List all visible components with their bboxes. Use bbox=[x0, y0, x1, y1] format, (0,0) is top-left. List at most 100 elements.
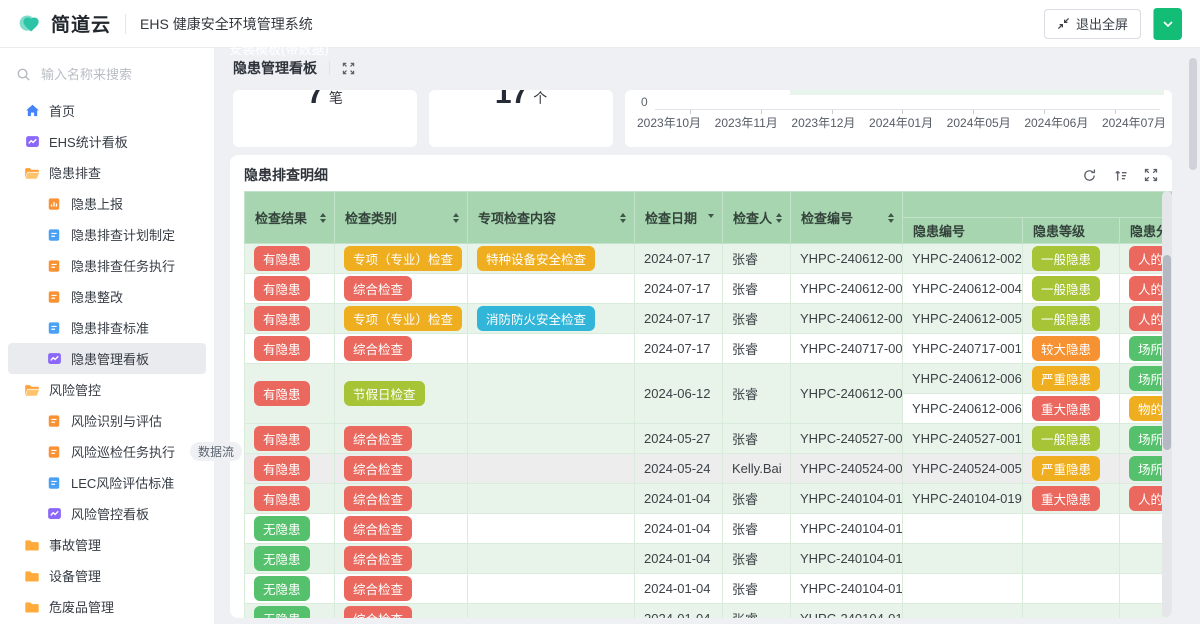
x-axis-line bbox=[655, 109, 1160, 110]
form-icon bbox=[46, 320, 62, 336]
cell-person: 张睿 bbox=[723, 604, 791, 619]
home-icon bbox=[24, 103, 40, 119]
table-row[interactable]: 有隐患 综合检查 2024-07-17 张睿 YHPC-240717-001 Y… bbox=[245, 334, 1173, 364]
cell-result: 无隐患 bbox=[245, 604, 335, 619]
sidebar-item-hazwaste[interactable]: 危废品管理 bbox=[8, 591, 206, 622]
sidebar-item-home[interactable]: 首页 bbox=[8, 95, 206, 126]
col-header-result[interactable]: 检查结果 bbox=[245, 192, 335, 244]
table-row[interactable]: 有隐患 综合检查 2024-05-27 张睿 YHPC-240527-001 Y… bbox=[245, 424, 1173, 454]
brand-logo[interactable]: 简道云 bbox=[18, 10, 111, 37]
table-scrollbar-track bbox=[1162, 191, 1172, 618]
stat-value: 17个 bbox=[429, 90, 613, 111]
divider bbox=[125, 14, 126, 34]
result-badge: 有隐患 bbox=[254, 246, 310, 271]
sidebar-item-lec-standard[interactable]: LEC风险评估标准 bbox=[8, 467, 206, 498]
app-root: 简道云 EHS 健康安全环境管理系统 退出全屏 安装模板(带数据) bbox=[0, 0, 1200, 624]
table-row[interactable]: 有隐患 综合检查 2024-05-24 Kelly.Bai YHPC-24052… bbox=[245, 454, 1173, 484]
table-row[interactable]: 有隐患 综合检查 2024-01-04 张睿 YHPC-240104-019 Y… bbox=[245, 484, 1173, 514]
sidebar-item-hazard-report[interactable]: 隐患上报 bbox=[8, 188, 206, 219]
sidebar-item-risk-board[interactable]: 风险管控看板 bbox=[8, 498, 206, 529]
col-header-type[interactable]: 检查类别 bbox=[335, 192, 468, 244]
type-badge: 节假日检查 bbox=[344, 381, 425, 406]
cell-hazard-id: YHPC-240612-006-02 bbox=[903, 394, 1023, 424]
cell-type: 综合检查 bbox=[335, 334, 468, 364]
table-scrollbar-thumb[interactable] bbox=[1163, 255, 1171, 450]
sidebar-item-inspection-task[interactable]: 隐患排查任务执行 bbox=[8, 250, 206, 281]
table-row[interactable]: 无隐患 综合检查 2024-01-04 张睿 YHPC-240104-015 bbox=[245, 604, 1173, 619]
sidebar-item-hazard-rectify[interactable]: 隐患整改 bbox=[8, 281, 206, 312]
stat-card-count-2: 17个 bbox=[429, 90, 613, 147]
sidebar-item-accident[interactable]: 事故管理 bbox=[8, 529, 206, 560]
cell-type: 综合检查 bbox=[335, 544, 468, 574]
install-template-split-button: 安装模板(带数据) bbox=[1153, 8, 1182, 40]
form-icon bbox=[46, 444, 62, 460]
sidebar-item-inspection-standard[interactable]: 隐患排查标准 bbox=[8, 312, 206, 343]
exit-fullscreen-button[interactable]: 退出全屏 bbox=[1044, 9, 1141, 39]
level-badge: 一般隐患 bbox=[1032, 306, 1100, 331]
refresh-icon[interactable] bbox=[1082, 168, 1097, 183]
sidebar-item-risk-control[interactable]: 风险管控 bbox=[8, 374, 206, 405]
sidebar-item-inspection-plan[interactable]: 隐患排查计划制定 bbox=[8, 219, 206, 250]
cell-type: 综合检查 bbox=[335, 574, 468, 604]
folder-icon bbox=[24, 599, 40, 615]
col-header-content[interactable]: 专项检查内容 bbox=[468, 192, 635, 244]
col-header-hazard-level[interactable]: 隐患等级 bbox=[1023, 218, 1120, 244]
cell-content bbox=[468, 484, 635, 514]
table-title: 隐患排查明细 bbox=[244, 165, 328, 185]
cell-result: 无隐患 bbox=[245, 574, 335, 604]
x-axis-labels: 2023年10月 2023年11月 2023年12月 2024年01月 2024… bbox=[637, 114, 1166, 131]
cell-type: 专项（专业）检查 bbox=[335, 244, 468, 274]
table-row[interactable]: 有隐患 综合检查 2024-07-17 张睿 YHPC-240612-004 Y… bbox=[245, 274, 1173, 304]
level-badge: 严重隐患 bbox=[1032, 456, 1100, 481]
cell-hazard-id: YHPC-240104-019-01 bbox=[903, 484, 1023, 514]
table-row[interactable]: 有隐患 专项（专业）检查 消防防火安全检查 2024-07-17 张睿 YHPC… bbox=[245, 304, 1173, 334]
table-row[interactable]: 无隐患 综合检查 2024-01-04 张睿 YHPC-240104-018 bbox=[245, 514, 1173, 544]
sidebar-nav: 首页 EHS统计看板 隐患排查 隐患上报 bbox=[0, 95, 214, 622]
cell-date: 2024-01-04 bbox=[635, 544, 723, 574]
level-badge: 一般隐患 bbox=[1032, 276, 1100, 301]
cell-type: 综合检查 bbox=[335, 604, 468, 619]
cell-person: 张睿 bbox=[723, 364, 791, 424]
sort-settings-icon[interactable] bbox=[1113, 168, 1128, 183]
table-row[interactable]: 有隐患 节假日检查 2024-06-12 张睿 YHPC-240612-006 … bbox=[245, 364, 1173, 394]
fullscreen-icon[interactable] bbox=[1144, 168, 1158, 182]
table-row[interactable]: 有隐患 专项（专业）检查 特种设备安全检查 2024-07-17 张睿 YHPC… bbox=[245, 244, 1173, 274]
cell-content bbox=[468, 424, 635, 454]
folder-open-icon bbox=[24, 165, 40, 181]
search-input[interactable] bbox=[39, 66, 193, 83]
result-badge: 有隐患 bbox=[254, 336, 310, 361]
col-header-date[interactable]: 检查日期 bbox=[635, 192, 723, 244]
cell-content: 消防防火安全检查 bbox=[468, 304, 635, 334]
cell-hazard-level: 较大隐患 bbox=[1023, 334, 1120, 364]
cell-result: 有隐患 bbox=[245, 304, 335, 334]
level-badge: 重大隐患 bbox=[1032, 486, 1100, 511]
sidebar-item-equipment[interactable]: 设备管理 bbox=[8, 560, 206, 591]
cell-result: 无隐患 bbox=[245, 544, 335, 574]
sidebar-item-hazard-inspection[interactable]: 隐患排查 bbox=[8, 157, 206, 188]
sidebar-item-ehs-dashboard[interactable]: EHS统计看板 bbox=[8, 126, 206, 157]
cell-date: 2024-07-17 bbox=[635, 244, 723, 274]
cell-content: 特种设备安全检查 bbox=[468, 244, 635, 274]
col-header-hazard-id[interactable]: 隐患编号 bbox=[903, 218, 1023, 244]
table-row[interactable]: 无隐患 综合检查 2024-01-04 张睿 YHPC-240104-016 bbox=[245, 574, 1173, 604]
result-badge: 有隐患 bbox=[254, 426, 310, 451]
install-template-dropdown[interactable] bbox=[1153, 8, 1182, 40]
cell-hazard-level bbox=[1023, 544, 1120, 574]
page-title: 隐患管理看板 bbox=[233, 58, 317, 78]
cell-result: 有隐患 bbox=[245, 454, 335, 484]
table-row[interactable]: 无隐患 综合检查 2024-01-04 张睿 YHPC-240104-017 bbox=[245, 544, 1173, 574]
cell-person: 张睿 bbox=[723, 334, 791, 364]
sidebar-item-hazard-board[interactable]: 隐患管理看板 bbox=[8, 343, 206, 374]
sort-icon bbox=[776, 210, 782, 226]
page-scrollbar-thumb[interactable] bbox=[1189, 58, 1197, 170]
col-header-code[interactable]: 检查编号 bbox=[791, 192, 903, 244]
col-header-person[interactable]: 检查人 bbox=[723, 192, 791, 244]
sidebar-item-risk-patrol[interactable]: 风险巡检任务执行 数据流 bbox=[8, 436, 206, 467]
cell-person: 张睿 bbox=[723, 244, 791, 274]
result-badge: 无隐患 bbox=[254, 606, 310, 618]
cell-type: 综合检查 bbox=[335, 424, 468, 454]
fullscreen-icon[interactable] bbox=[342, 62, 355, 75]
trend-chart-card: 0 2023年10月 2023年11月 2023年12月 2024年01月 20… bbox=[625, 90, 1172, 147]
sidebar-item-risk-assess[interactable]: 风险识别与评估 bbox=[8, 405, 206, 436]
dashboard-icon bbox=[46, 351, 62, 367]
